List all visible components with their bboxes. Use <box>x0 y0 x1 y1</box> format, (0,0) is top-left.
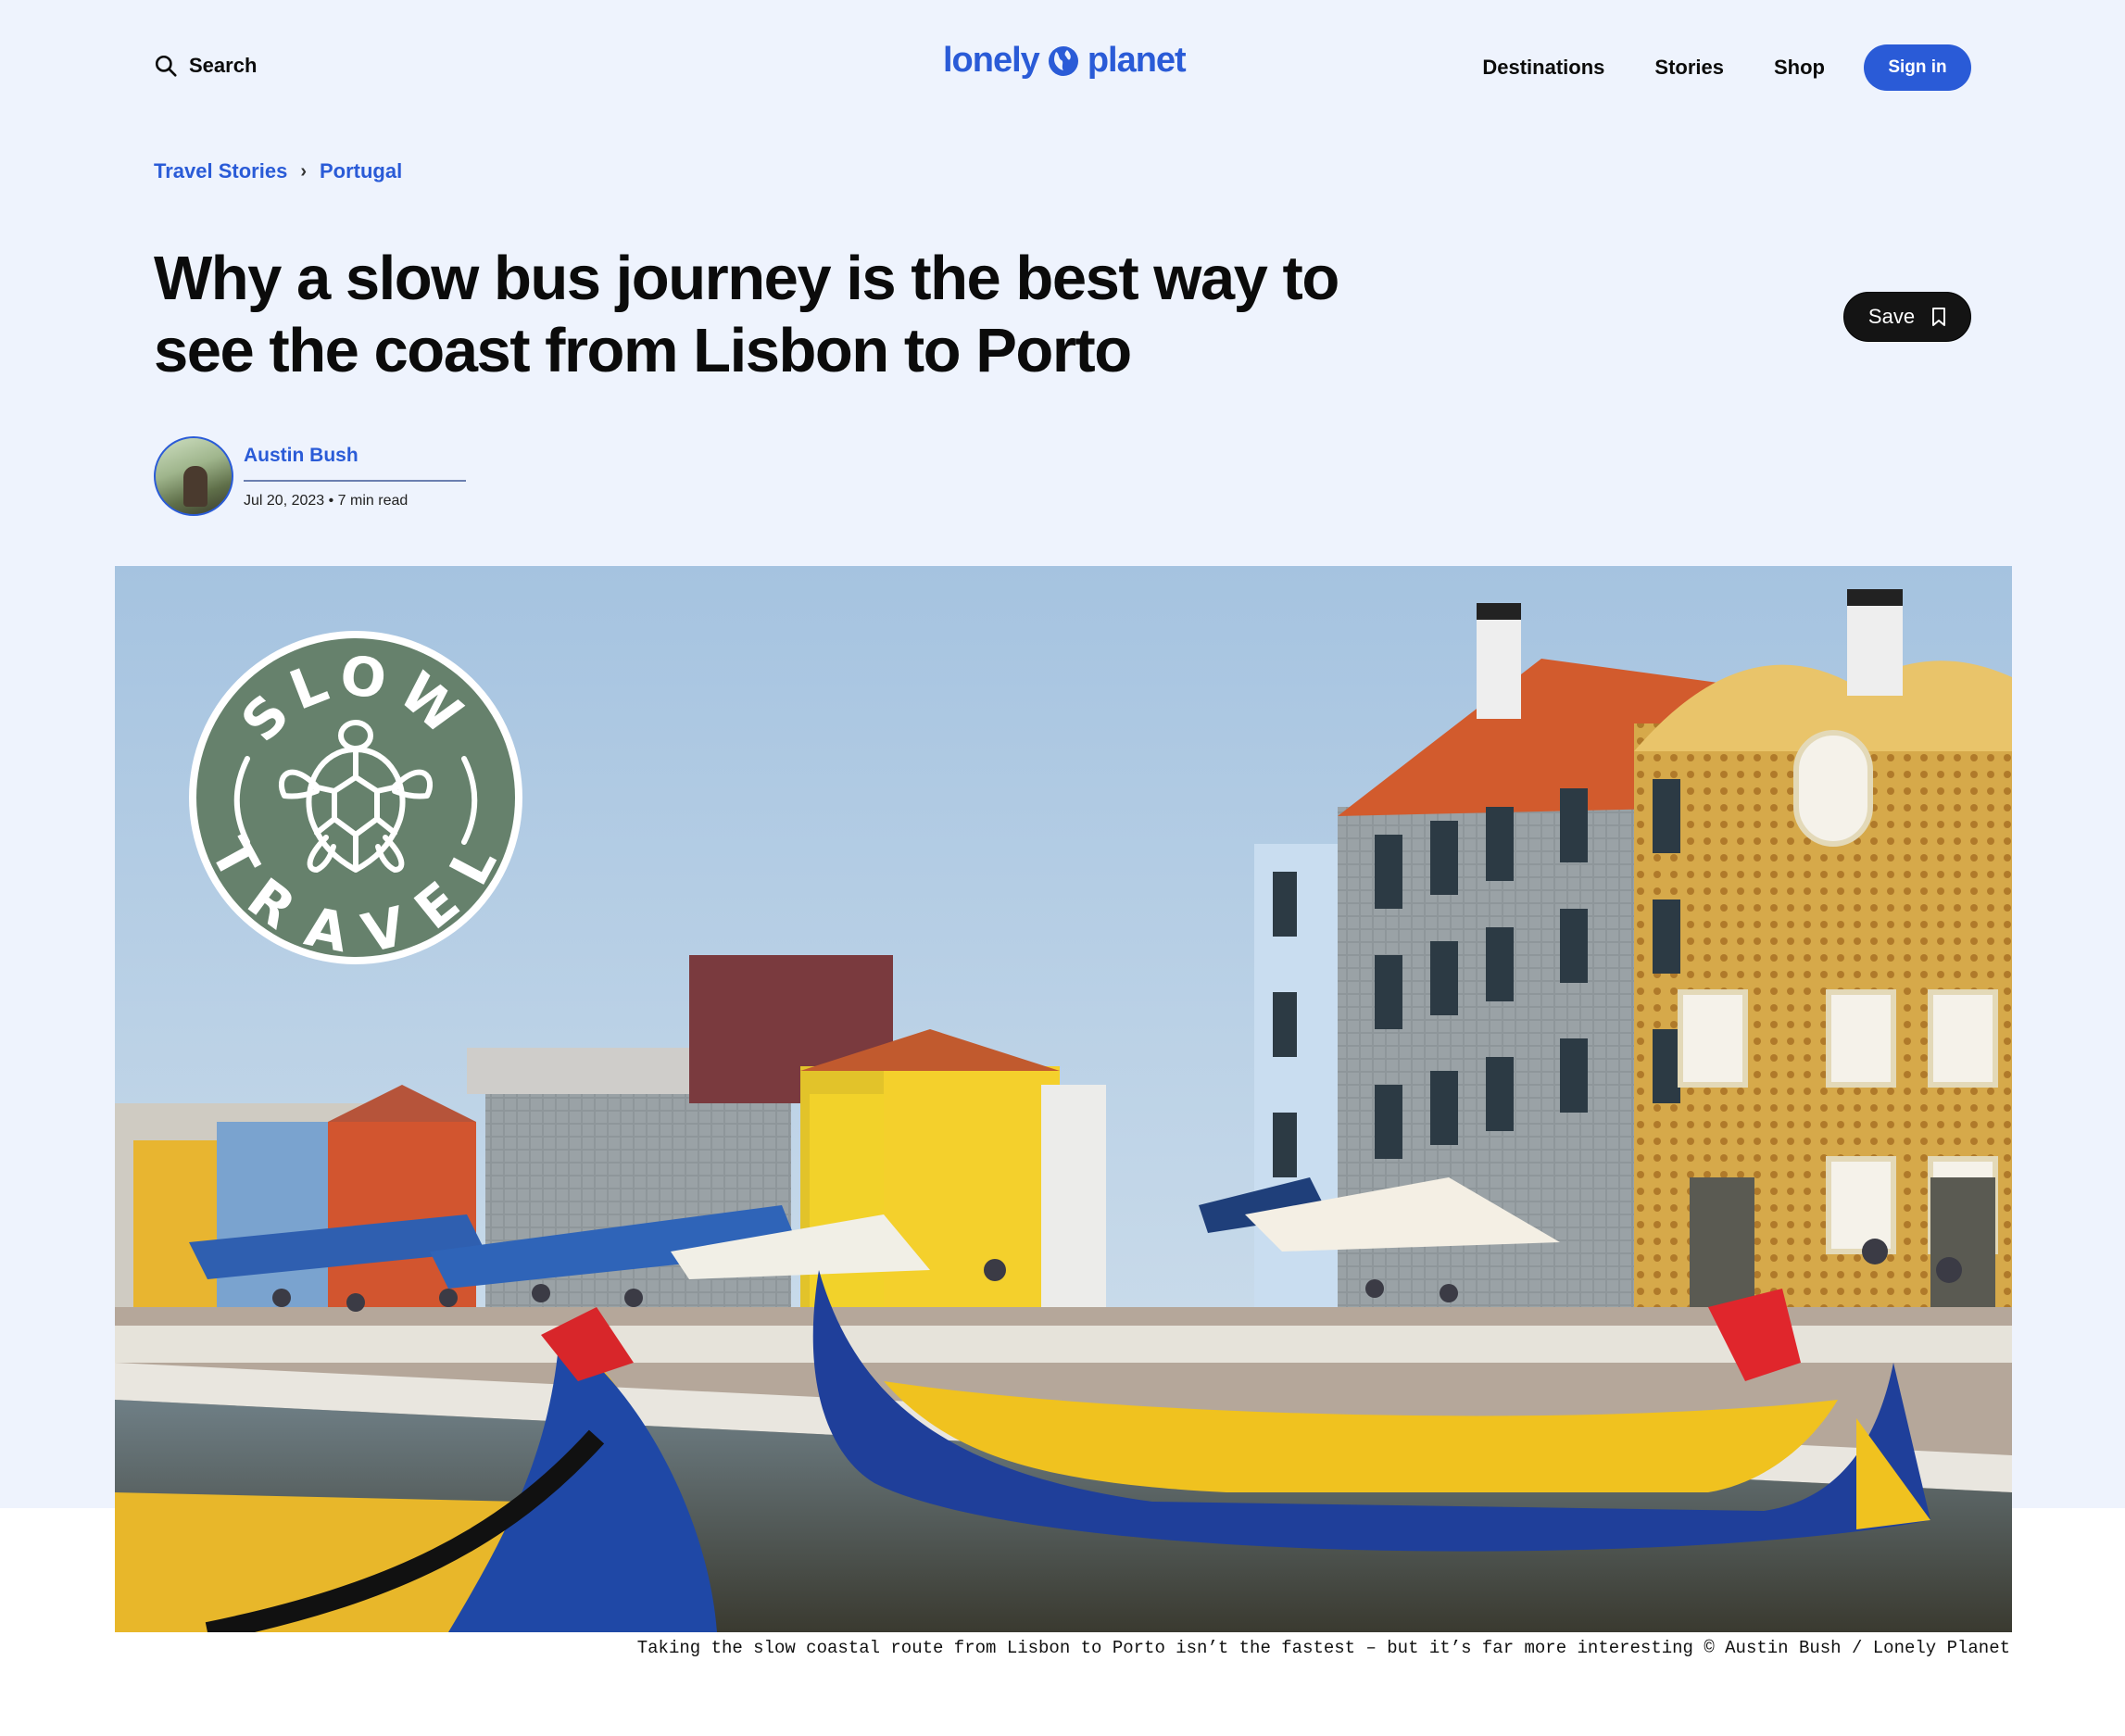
globe-icon <box>1048 45 1078 76</box>
save-label: Save <box>1867 305 1916 328</box>
hero-image: SLOW TRAVEL <box>115 566 2012 1632</box>
nav-destinations[interactable]: Destinations <box>1482 56 1604 80</box>
article-meta: Jul 20, 2023 • 7 min read <box>244 493 409 509</box>
nav-stories[interactable]: Stories <box>1654 56 1724 80</box>
sign-in-button[interactable]: Sign in <box>1864 44 1971 91</box>
article-title: Why a slow bus journey is the best way t… <box>154 244 1339 385</box>
svg-text:SLOW: SLOW <box>229 644 481 754</box>
badge-text-top: SLOW <box>229 644 472 754</box>
breadcrumb: Travel Stories › Portugal <box>154 159 402 183</box>
slow-travel-badge: SLOW TRAVEL <box>189 631 522 964</box>
logo-text-right: planet <box>1087 41 1187 80</box>
author-divider <box>244 480 466 482</box>
image-caption: Taking the slow coastal route from Lisbo… <box>636 1638 2010 1658</box>
search-button[interactable]: Search <box>154 54 257 78</box>
breadcrumb-portugal[interactable]: Portugal <box>320 159 402 183</box>
save-button[interactable]: Save <box>1843 292 1971 342</box>
author-name-link[interactable]: Austin Bush <box>244 445 358 467</box>
author-avatar[interactable] <box>154 436 233 516</box>
chevron-right-icon: › <box>300 160 307 182</box>
main-nav: Destinations Stories Shop Sign in <box>1482 44 1971 91</box>
logo-text-left: lonely <box>943 41 1040 80</box>
search-icon <box>155 55 177 77</box>
lonely-planet-logo[interactable]: lonely planet <box>943 41 1187 81</box>
breadcrumb-travel-stories[interactable]: Travel Stories <box>154 159 287 183</box>
search-label: Search <box>189 54 258 77</box>
site-header: Search lonely planet Destinations Storie… <box>0 0 2125 139</box>
bookmark-icon <box>1932 308 1946 326</box>
nav-shop[interactable]: Shop <box>1774 56 1825 80</box>
